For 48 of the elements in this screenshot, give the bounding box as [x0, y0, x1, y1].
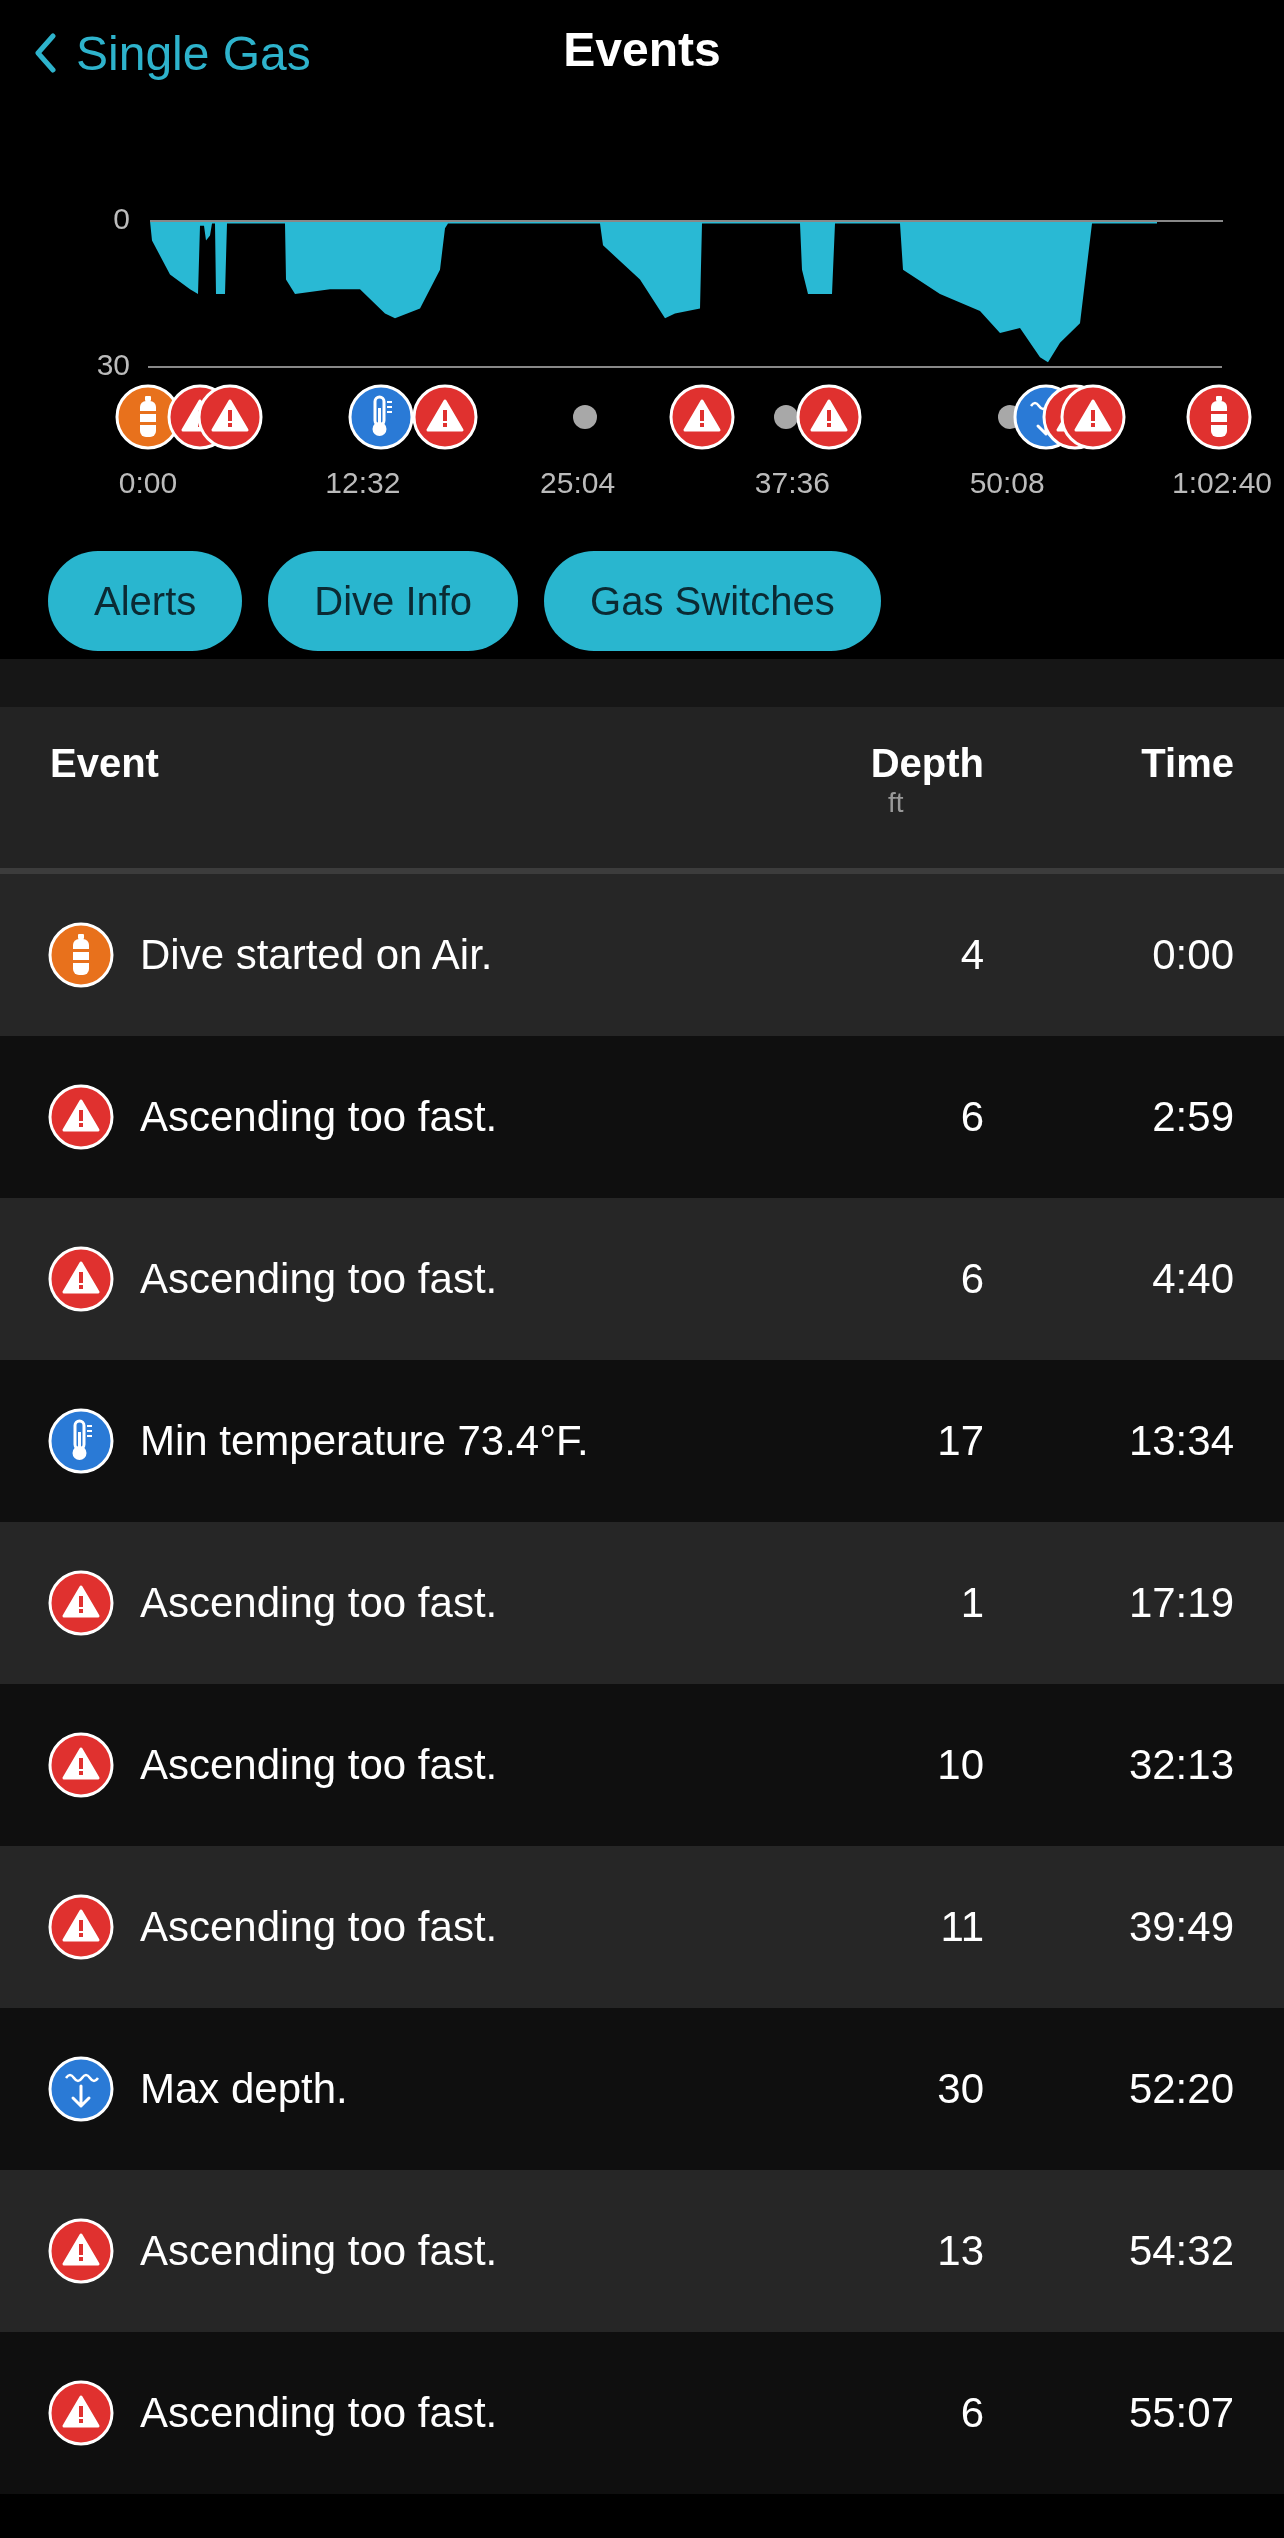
depth-value: 10	[937, 1741, 984, 1789]
axis-label: 25:04	[540, 466, 616, 500]
axis-label: 0	[113, 204, 130, 234]
event-text: Ascending too fast.	[139, 1579, 499, 1627]
depth-value: 6	[960, 2389, 984, 2437]
filter-button[interactable]: Alerts	[48, 551, 243, 651]
time-value: 32:13	[1128, 1741, 1234, 1789]
time-value: 2:59	[1152, 1093, 1234, 1141]
axis-label: 37:36	[754, 466, 830, 500]
event-text: Dive started on Air.	[139, 931, 494, 979]
depth-value: 6	[960, 1093, 984, 1141]
time-value: 4:40	[1152, 1255, 1234, 1303]
time-value: 55:07	[1128, 2389, 1234, 2437]
event-text: Ascending too fast.	[139, 2389, 499, 2437]
back-button[interactable]: Single Gas	[34, 20, 311, 86]
depth-value: 6	[960, 1255, 984, 1303]
event-text: Min temperature 73.4°F.	[139, 1417, 590, 1465]
back-chevron-icon	[34, 33, 56, 73]
depth-value: 17	[937, 1417, 984, 1465]
event-text: Ascending too fast.	[139, 1255, 499, 1303]
filter-button[interactable]: Dive Info	[268, 551, 519, 651]
column-header: Event	[50, 740, 160, 787]
axis-label: 50:08	[969, 466, 1045, 500]
time-value: 39:49	[1128, 1903, 1234, 1951]
event-text: Ascending too fast.	[139, 1903, 499, 1951]
axis-label: 0:00	[118, 466, 178, 500]
page-title: Events	[563, 22, 721, 77]
depth-value: 4	[960, 931, 984, 979]
depth-value: 30	[937, 2065, 984, 2113]
event-text: Ascending too fast.	[139, 1741, 499, 1789]
filter-button[interactable]: Gas Switches	[544, 551, 881, 651]
column-header: Depth	[870, 740, 984, 787]
event-text: Ascending too fast.	[139, 2227, 499, 2275]
event-text: Ascending too fast.	[139, 1093, 499, 1141]
depth-value: 13	[937, 2227, 984, 2275]
time-value: 17:19	[1128, 1579, 1234, 1627]
unit-label: ft	[888, 787, 904, 819]
axis-label: 1:02:40	[1171, 466, 1273, 500]
time-value: 13:34	[1128, 1417, 1234, 1465]
depth-value: 1	[960, 1579, 984, 1627]
axis-label: 12:32	[325, 466, 401, 500]
time-value: 54:32	[1128, 2227, 1234, 2275]
event-text: Max depth.	[139, 2065, 349, 2113]
time-value: 0:00	[1152, 931, 1234, 979]
axis-label: 30	[96, 350, 130, 380]
column-header: Time	[1141, 740, 1234, 787]
time-value: 52:20	[1128, 2065, 1234, 2113]
depth-value: 11	[940, 1903, 984, 1951]
